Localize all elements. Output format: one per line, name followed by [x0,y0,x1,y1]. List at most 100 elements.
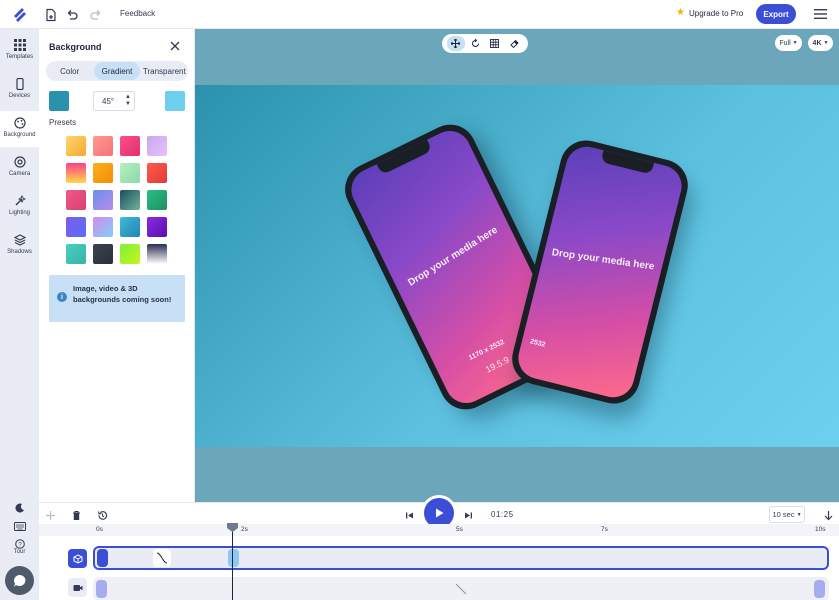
chevron-down-icon[interactable]: ▼ [125,101,131,108]
tick-label: 5s [456,526,463,533]
rail-label: Lighting [8,210,31,216]
grid-tool[interactable] [486,36,504,51]
new-file-icon[interactable] [44,8,58,22]
preset-swatch[interactable] [93,190,113,210]
preset-swatch[interactable] [66,163,86,183]
move-icon [451,39,461,48]
rail-item-lighting[interactable]: Lighting [0,189,39,225]
timeline-ruler[interactable]: 0s 2s 5s 7s 10s [39,524,839,536]
drop-media-label: Drop your media here [551,247,655,273]
phone-notch [600,150,654,175]
time-readout: 01:25 [491,510,514,519]
redo-icon[interactable] [89,8,103,22]
app-logo-icon[interactable] [10,6,28,24]
tab-gradient[interactable]: Gradient [94,62,140,80]
menu-icon[interactable] [814,9,827,19]
easing-marker[interactable] [452,580,470,598]
rail-label: Shadows [7,249,32,255]
phone-icon [15,78,24,90]
chat-button[interactable] [5,566,34,595]
add-icon[interactable] [45,510,56,521]
undo-icon[interactable] [65,8,79,22]
gradient-end-color-picker[interactable] [165,91,185,111]
preset-swatch[interactable] [93,217,113,237]
preset-swatch[interactable] [120,163,140,183]
duration-select[interactable]: 10 sec ▼ [769,506,805,523]
scene-canvas[interactable]: Drop your media here 1170 x 2532 19.5:9 … [195,85,839,447]
preset-swatch[interactable] [93,136,113,156]
phone-screen[interactable]: Drop your media here 2532 [513,142,687,402]
rotate-tool[interactable] [466,36,484,51]
upgrade-link[interactable]: ★ Upgrade to Pro [676,8,743,18]
rail-item-background[interactable]: Background [0,111,39,147]
cube-icon [73,553,82,564]
move-tool[interactable] [446,36,465,51]
preset-swatch[interactable] [66,136,86,156]
keyframe[interactable] [96,580,107,598]
skip-back-icon[interactable] [404,510,415,521]
rail-label: Camera [8,171,31,177]
preset-swatch[interactable] [66,190,86,210]
preset-swatch[interactable] [93,244,113,264]
preset-swatch[interactable] [93,163,113,183]
eraser-tool[interactable] [505,36,523,51]
preset-swatch[interactable] [120,136,140,156]
preset-swatch[interactable] [120,190,140,210]
playhead-line [232,527,233,600]
duration-value: 10 sec [772,510,795,519]
preset-swatch[interactable] [147,244,167,264]
chat-icon [13,574,25,587]
rail-label: Devices [8,93,31,99]
preset-swatch[interactable] [66,217,86,237]
rotate-icon [471,39,479,47]
preset-swatch[interactable] [147,190,167,210]
help-icon: ? [14,539,25,549]
tick-label: 7s [601,526,608,533]
camera-track-icon[interactable] [68,549,87,568]
keyframe[interactable] [97,549,108,567]
view-mode-select[interactable]: Full ▼ [775,35,802,51]
chevron-up-icon[interactable]: ▲ [125,94,131,101]
tour-button[interactable]: ? Tour [0,539,39,555]
close-icon[interactable] [170,41,180,51]
tick-label: 10s [815,526,826,533]
video-track[interactable] [93,577,829,600]
keyframe[interactable] [814,580,825,598]
rail-item-devices[interactable]: Devices [0,72,39,108]
preset-swatch[interactable] [120,217,140,237]
keyboard-shortcuts[interactable] [0,522,39,531]
phone-mockup-right[interactable]: Drop your media here 2532 [506,134,694,410]
trash-icon[interactable] [71,510,82,521]
angle-stepper[interactable]: ▲ ▼ [125,94,131,108]
easing-marker[interactable] [153,549,171,567]
gradient-angle-input[interactable]: 45° ▲ ▼ [93,91,135,111]
top-bar: Feedback ★ Upgrade to Pro Export [0,0,839,29]
gradient-start-color-picker[interactable] [49,91,69,111]
dark-mode-toggle[interactable] [0,503,39,513]
preset-swatch[interactable] [66,244,86,264]
history-icon[interactable] [97,510,108,521]
drop-media-label: Drop your media here [406,224,500,289]
preset-swatch[interactable] [147,163,167,183]
collapse-timeline-icon[interactable] [823,510,834,521]
canvas-area: Drop your media here 1170 x 2532 19.5:9 … [195,29,839,502]
skip-forward-icon[interactable] [463,510,474,521]
preset-swatch[interactable] [147,217,167,237]
rail-item-camera[interactable]: Camera [0,150,39,186]
preset-swatch[interactable] [120,244,140,264]
resolution-select[interactable]: 4K ▼ [808,35,833,51]
rail-item-templates[interactable]: Templates [0,33,39,69]
export-button[interactable]: Export [756,4,796,24]
ratio-label: 19.5:9 [483,354,511,375]
keyframe[interactable] [228,549,239,567]
preset-swatch[interactable] [147,136,167,156]
rail-item-shadows[interactable]: Shadows [0,228,39,264]
video-track-icon[interactable] [68,578,87,597]
feedback-link[interactable]: Feedback [120,9,155,18]
camera-track[interactable] [93,546,829,570]
tab-color[interactable]: Color [47,62,92,80]
tick-label: 2s [241,526,248,533]
tab-transparent[interactable]: Transparent [142,62,187,80]
presets-label: Presets [49,118,77,127]
upgrade-label: Upgrade to Pro [688,8,744,18]
